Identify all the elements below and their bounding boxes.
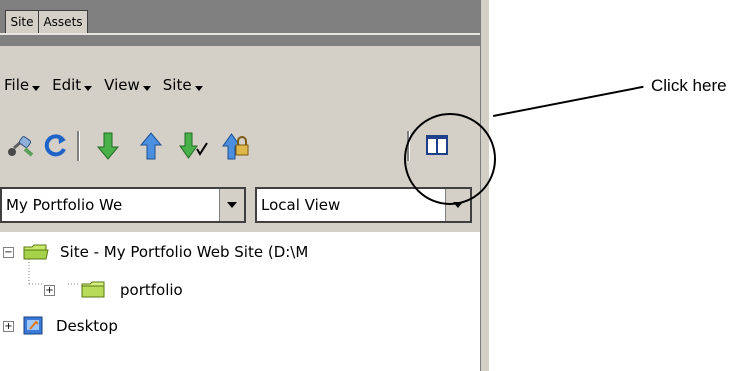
caret-down-icon [142, 85, 151, 91]
caret-down-icon [84, 85, 93, 91]
portfolio-folder-label: portfolio [120, 281, 183, 299]
tree-item-site[interactable]: − Site - My Portfolio Web Site (D:\M [0, 238, 480, 266]
site-select-value: My Portfolio We [6, 196, 123, 214]
menu-edit-label: Edit [52, 76, 82, 94]
refresh-icon [44, 134, 66, 157]
menu-file[interactable]: File [4, 72, 41, 98]
site-select-dropdown-button[interactable] [219, 189, 244, 221]
expand-icon[interactable]: + [44, 285, 55, 296]
menu-file-label: File [4, 76, 30, 94]
panel-tab-strip: Site Assets [0, 0, 480, 46]
folder-icon [81, 281, 105, 298]
put-button[interactable] [134, 127, 168, 165]
folder-open-icon [23, 244, 49, 260]
put-icon [139, 132, 163, 160]
caret-down-icon [194, 85, 203, 91]
menu-view-label: View [104, 76, 140, 94]
expand-icon[interactable]: + [3, 321, 14, 332]
get-icon [96, 132, 120, 160]
toolbar-separator [77, 131, 80, 161]
view-select-value: Local View [261, 196, 341, 214]
menu-site[interactable]: Site [163, 72, 203, 98]
caret-down-icon [32, 85, 41, 91]
menu-view[interactable]: View [104, 72, 151, 98]
tab-site[interactable]: Site [5, 10, 39, 33]
chevron-down-icon [227, 202, 237, 208]
tree-item-desktop[interactable]: + Desktop [0, 312, 480, 340]
connect-button[interactable] [4, 127, 38, 165]
check-in-icon [222, 133, 249, 160]
menu-site-label: Site [162, 76, 192, 94]
callout-line [493, 85, 644, 117]
site-root-label: Site - My Portfolio Web Site (D:\M [60, 243, 309, 261]
check-in-button[interactable] [220, 127, 254, 165]
highlight-circle [404, 113, 496, 205]
check-out-button[interactable] [177, 127, 211, 165]
collapse-icon[interactable]: − [3, 247, 14, 258]
get-button[interactable] [91, 127, 125, 165]
tab-divider [0, 33, 480, 35]
desktop-label: Desktop [56, 317, 118, 335]
tree-item-portfolio[interactable]: + portfolio [0, 276, 480, 304]
refresh-button[interactable] [39, 127, 73, 165]
tab-assets[interactable]: Assets [38, 10, 88, 33]
menu-edit[interactable]: Edit [52, 72, 93, 98]
menubar: File Edit View Site [0, 72, 203, 98]
site-select[interactable]: My Portfolio We [0, 187, 246, 223]
check-out-icon [179, 132, 208, 159]
desktop-icon [23, 316, 43, 335]
callout-text: Click here [651, 76, 727, 95]
connect-icon [8, 136, 34, 157]
